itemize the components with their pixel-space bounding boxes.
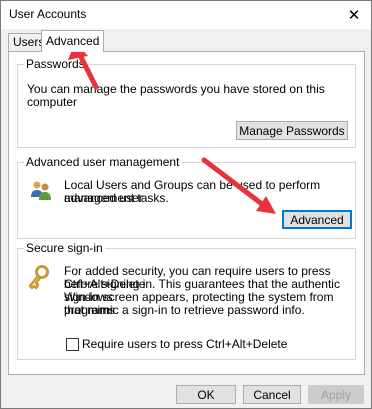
advanced-button[interactable]: Advanced	[282, 210, 352, 229]
advanced-user-management-title: Advanced user management	[24, 155, 182, 169]
tab-bar: Users Advanced	[1, 29, 371, 52]
passwords-description: You can manage the passwords you have st…	[27, 82, 325, 109]
window-title: User Accounts	[9, 7, 87, 21]
advanced-user-management-group: Advanced user management Local Users and…	[17, 155, 356, 239]
user-accounts-dialog: User Accounts ✕ Users Advanced Passwords…	[0, 0, 372, 409]
apply-button[interactable]: Apply	[308, 385, 364, 404]
users-group-icon	[31, 181, 51, 200]
cancel-button[interactable]: Cancel	[243, 385, 301, 404]
manage-passwords-button[interactable]: Manage Passwords	[236, 121, 348, 140]
close-icon: ✕	[347, 7, 361, 24]
secure-signin-title: Secure sign-in	[24, 241, 105, 255]
close-button[interactable]: ✕	[337, 1, 371, 29]
key-icon	[28, 265, 49, 289]
ctrl-alt-delete-checkbox[interactable]	[66, 338, 79, 351]
ctrl-alt-delete-checkbox-label[interactable]: Require users to press Ctrl+Alt+Delete	[82, 337, 287, 351]
advanced-tab-panel: Passwords You can manage the passwords y…	[8, 51, 365, 375]
passwords-group: Passwords You can manage the passwords y…	[17, 57, 356, 148]
secure-signin-line4: that mimic a sign-in to retrieve passwor…	[64, 303, 305, 317]
passwords-group-title: Passwords	[24, 57, 87, 71]
advanced-mgmt-description-line2: management tasks.	[64, 191, 169, 205]
title-bar: User Accounts ✕	[1, 1, 371, 29]
ok-button[interactable]: OK	[176, 385, 236, 404]
tab-advanced[interactable]: Advanced	[41, 30, 105, 52]
secure-signin-group: Secure sign-in For added security, you c…	[17, 241, 356, 360]
